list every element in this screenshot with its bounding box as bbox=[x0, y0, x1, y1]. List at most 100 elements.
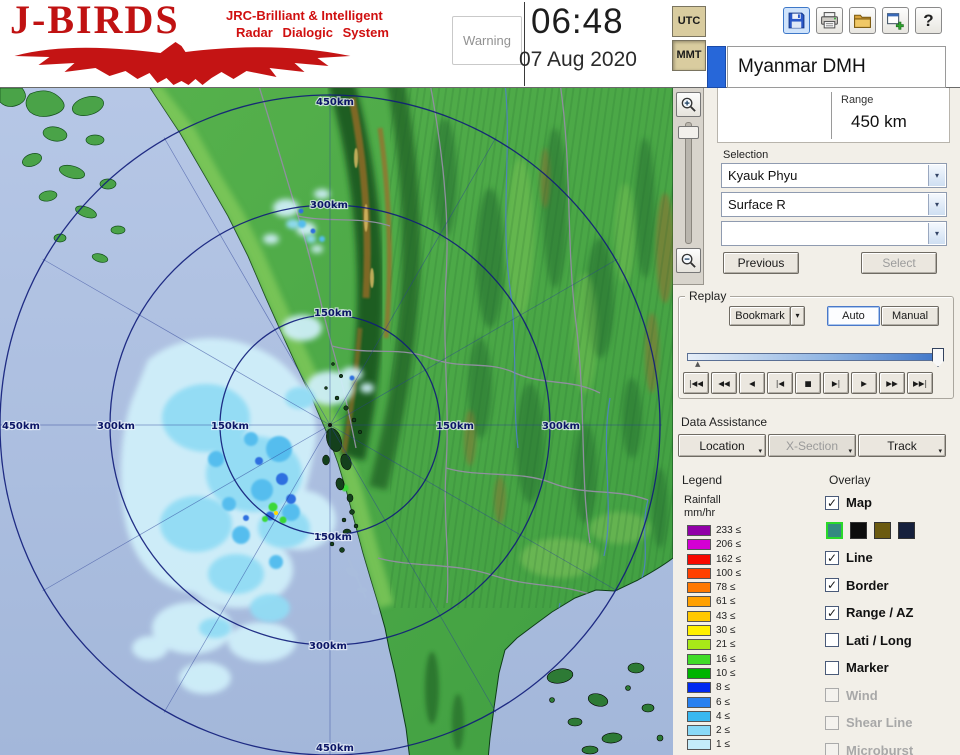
playback-skip-end[interactable]: ▶▶| bbox=[907, 372, 933, 394]
data-assistance-buttons: Location▾X-Section▾ Track ▾ bbox=[678, 434, 946, 457]
playback-step-forward[interactable]: ▶| bbox=[823, 372, 849, 394]
save-button[interactable] bbox=[783, 7, 810, 34]
timezone-mmt-button[interactable]: MMT bbox=[672, 40, 706, 71]
product-dropdown[interactable]: Surface R ▾ bbox=[721, 192, 947, 217]
overlay-item-label: Lati / Long bbox=[846, 633, 912, 648]
overlay-item-wind[interactable]: Wind bbox=[825, 685, 957, 706]
range-divider bbox=[831, 92, 832, 139]
clock-date: 07 Aug 2020 bbox=[519, 48, 637, 72]
export-icon bbox=[886, 11, 905, 30]
legend-color-swatch bbox=[687, 654, 711, 665]
bookmark-dropdown-arrow-icon[interactable]: ▾ bbox=[790, 306, 805, 326]
legend-color-swatch bbox=[687, 625, 711, 636]
map-color-options bbox=[825, 520, 957, 541]
export-button[interactable] bbox=[882, 7, 909, 34]
legend-entry: 43 ≤ bbox=[687, 611, 741, 622]
dropdown-arrow-icon[interactable]: ▾ bbox=[928, 223, 945, 244]
overlay-item-border[interactable]: ✓Border bbox=[825, 575, 957, 596]
open-file-button[interactable] bbox=[849, 7, 876, 34]
overlay-item-map[interactable]: ✓Map bbox=[825, 492, 957, 513]
overlay-item-shear-line[interactable]: Shear Line bbox=[825, 712, 957, 733]
slider-bookmark-marker: ▲ bbox=[695, 360, 700, 368]
data-assist-track[interactable]: Track ▾ bbox=[858, 434, 946, 457]
jbirds-application: J-BIRDS JRC-Brilliant & Intelligent Rada… bbox=[0, 0, 960, 755]
checkbox[interactable]: ✓ bbox=[825, 606, 839, 620]
help-button[interactable]: ? bbox=[915, 7, 942, 34]
playback-skip-start[interactable]: |◀◀ bbox=[683, 372, 709, 394]
replay-timeline-slider[interactable]: ▲ bbox=[687, 347, 945, 369]
checkbox[interactable] bbox=[825, 743, 839, 755]
legend-threshold-label: 206 ≤ bbox=[716, 539, 741, 550]
map-color-option[interactable] bbox=[898, 522, 915, 539]
warning-button[interactable]: Warning bbox=[452, 16, 522, 65]
selected-timezone-indicator bbox=[707, 46, 726, 88]
legend-title: Legend bbox=[682, 473, 722, 487]
dropdown-arrow-icon: ▾ bbox=[938, 447, 942, 455]
zoom-in-button[interactable] bbox=[676, 92, 701, 117]
auto-mode-button[interactable]: Auto bbox=[827, 306, 880, 326]
app-header: J-BIRDS JRC-Brilliant & Intelligent Rada… bbox=[0, 0, 960, 88]
dropdown-arrow-icon[interactable]: ▾ bbox=[928, 194, 945, 215]
overlay-item-label: Shear Line bbox=[846, 715, 912, 730]
checkbox[interactable] bbox=[825, 661, 839, 675]
legend-color-swatch bbox=[687, 611, 711, 622]
jbirds-logo: J-BIRDS JRC-Brilliant & Intelligent Rada… bbox=[8, 0, 418, 88]
previous-button[interactable]: Previous bbox=[723, 252, 799, 274]
legend-color-swatch bbox=[687, 596, 711, 607]
timezone-utc-button[interactable]: UTC bbox=[672, 6, 706, 37]
overlay-item-microburst[interactable]: Microburst bbox=[825, 740, 957, 755]
range-ring-label: 450km bbox=[316, 97, 354, 108]
range-label: Range bbox=[841, 94, 873, 106]
checkbox[interactable]: ✓ bbox=[825, 551, 839, 565]
slider-thumb[interactable] bbox=[932, 348, 944, 367]
checkbox[interactable] bbox=[825, 633, 839, 647]
playback-step-back[interactable]: |◀ bbox=[767, 372, 793, 394]
overlay-item-marker[interactable]: Marker bbox=[825, 657, 957, 678]
legend-threshold-label: 8 ≤ bbox=[716, 682, 730, 693]
map-color-option[interactable] bbox=[826, 522, 843, 539]
zoom-out-button[interactable] bbox=[676, 248, 701, 273]
range-ring-label: 300km bbox=[309, 641, 347, 652]
legend-entry: 100 ≤ bbox=[687, 568, 741, 579]
legend-unit-line2: mm/hr bbox=[684, 507, 715, 519]
range-value: 450 km bbox=[851, 112, 907, 132]
legend-threshold-label: 43 ≤ bbox=[716, 611, 735, 622]
playback-stop[interactable]: ■ bbox=[795, 372, 821, 394]
playback-play-forward[interactable]: ▶ bbox=[851, 372, 877, 394]
checkbox[interactable]: ✓ bbox=[825, 578, 839, 592]
bookmark-button[interactable]: Bookmark ▾ bbox=[729, 306, 805, 326]
extra-dropdown[interactable]: ▾ bbox=[721, 221, 947, 246]
radar-map[interactable]: 450km300km150km450km300km150km150km300km… bbox=[0, 88, 673, 755]
map-color-option[interactable] bbox=[874, 522, 891, 539]
manual-mode-button[interactable]: Manual bbox=[881, 306, 939, 326]
select-button[interactable]: Select bbox=[861, 252, 937, 274]
legend-threshold-label: 4 ≤ bbox=[716, 711, 730, 722]
map-color-option[interactable] bbox=[850, 522, 867, 539]
playback-fast-forward[interactable]: ▶▶ bbox=[879, 372, 905, 394]
legend-entry: 1 ≤ bbox=[687, 739, 741, 750]
button-label: Track bbox=[887, 439, 917, 453]
checkbox[interactable]: ✓ bbox=[825, 496, 839, 510]
site-dropdown[interactable]: Kyauk Phyu ▾ bbox=[721, 163, 947, 188]
playback-fast-rewind[interactable]: ◀◀ bbox=[711, 372, 737, 394]
bookmark-label[interactable]: Bookmark bbox=[729, 306, 791, 326]
station-name: Myanmar DMH bbox=[727, 46, 946, 88]
checkbox[interactable] bbox=[825, 716, 839, 730]
legend-threshold-label: 21 ≤ bbox=[716, 639, 735, 650]
zoom-slider[interactable] bbox=[685, 122, 692, 244]
playback-play-backward[interactable]: ◀ bbox=[739, 372, 765, 394]
overlay-item-line[interactable]: ✓Line bbox=[825, 547, 957, 568]
legend-threshold-label: 100 ≤ bbox=[716, 568, 741, 579]
print-button[interactable] bbox=[816, 7, 843, 34]
checkbox[interactable] bbox=[825, 688, 839, 702]
data-assist-x-section[interactable]: X-Section▾ bbox=[768, 434, 856, 457]
range-display: Range 450 km bbox=[717, 88, 950, 143]
logo-tagline-1: JRC-Brilliant & Intelligent bbox=[226, 8, 383, 23]
dropdown-arrow-icon[interactable]: ▾ bbox=[928, 165, 945, 186]
overlay-item-lati-long[interactable]: Lati / Long bbox=[825, 630, 957, 651]
magnifier-minus-icon bbox=[680, 252, 697, 269]
legend-color-swatch bbox=[687, 582, 711, 593]
overlay-item-range-az[interactable]: ✓Range / AZ bbox=[825, 602, 957, 623]
data-assist-location[interactable]: Location▾ bbox=[678, 434, 766, 457]
zoom-slider-thumb[interactable] bbox=[678, 126, 699, 139]
